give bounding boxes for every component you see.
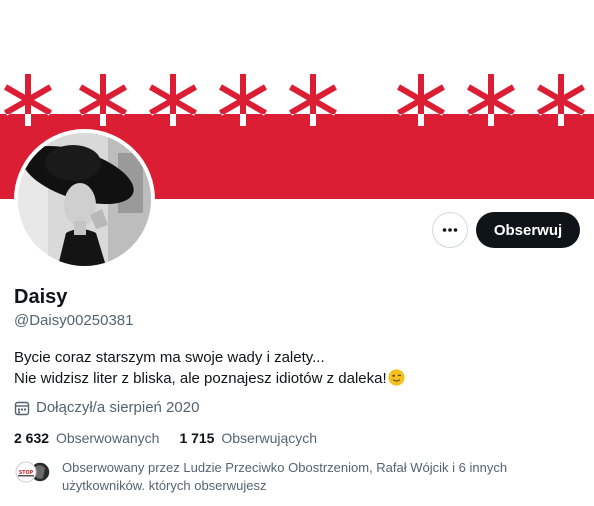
more-options-button[interactable] (432, 212, 468, 248)
followers-count: 1 715 (179, 430, 215, 446)
follow-stats: 2 632 Obserwowanych 1 715 Obserwujących (14, 430, 337, 446)
winking-face-emoji-icon (388, 369, 405, 386)
joined-label: Dołączył/a sierpień 2020 (36, 399, 200, 416)
calendar-icon (14, 401, 30, 415)
joined-date: Dołączył/a sierpień 2020 (14, 399, 199, 416)
followers-you-know-avatars: STOP (15, 461, 50, 483)
followed-by-text: Obserwowany przez Ludzie Przeciwko Obost… (62, 460, 508, 493)
more-horizontal-icon (442, 228, 458, 232)
profile-avatar[interactable] (14, 129, 155, 270)
followers-label: Obserwujących (221, 430, 318, 446)
follow-button[interactable]: Obserwuj (476, 212, 580, 248)
followed-by-section[interactable]: STOP Obserwowany przez Ludzie Przeciwko … (14, 459, 584, 495)
bio-line-1: Bycie coraz starszym ma swoje wady i zal… (14, 349, 325, 366)
avatar-photo (18, 133, 151, 266)
following-label: Obserwowanych (55, 430, 160, 446)
profile-handle: @Daisy00250381 (14, 312, 134, 329)
following-count: 2 632 (14, 430, 50, 446)
following-stat[interactable]: 2 632 Obserwowanych (14, 430, 159, 446)
profile-bio: Bycie coraz starszym ma swoje wady i zal… (14, 347, 405, 389)
followers-stat[interactable]: 1 715 Obserwujących (179, 430, 317, 446)
bio-line-2: Nie widzisz liter z bliska, ale poznajes… (14, 370, 387, 387)
profile-name: Daisy (14, 286, 68, 308)
bio-line-2-container: Nie widzisz liter z bliska, ale poznajes… (14, 368, 405, 389)
